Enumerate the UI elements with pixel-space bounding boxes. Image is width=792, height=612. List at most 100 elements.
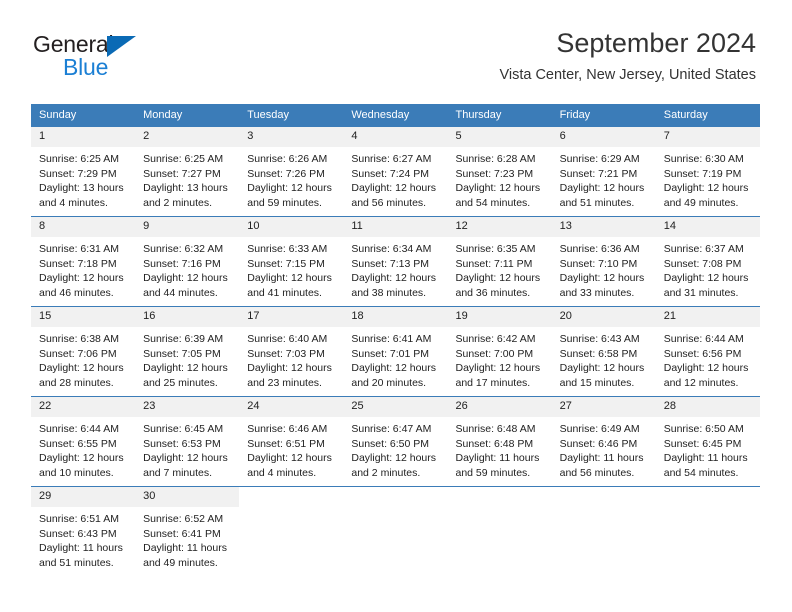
calendar-page: General Blue September 2024 Vista Center… [0,0,792,612]
calendar-table: Sunday Monday Tuesday Wednesday Thursday… [31,104,760,576]
calendar-day-cell[interactable]: 27 Sunrise: 6:49 AM Sunset: 6:46 PM Dayligh… [551,396,656,487]
sunset-text: Sunset: 7:08 PM [663,257,742,270]
sunrise-text: Sunrise: 6:29 AM [559,153,640,165]
sunset-text: Sunset: 7:00 PM [455,347,534,360]
daylight-text-line2: and 7 minutes. [143,466,213,479]
daylight-text-line1: Daylight: 13 hours [39,182,124,195]
calendar-day-cell[interactable]: 12 Sunrise: 6:35 AM Sunset: 7:11 PM Dayligh… [447,216,552,307]
sunset-text: Sunset: 6:56 PM [663,347,742,360]
sunrise-text: Sunrise: 6:52 AM [143,513,224,525]
calendar-day-cell[interactable]: 2 Sunrise: 6:25 AM Sunset: 7:27 PM Daylight… [135,126,240,217]
calendar-day-cell[interactable]: 16 Sunrise: 6:39 AM Sunset: 7:05 PM Dayligh… [135,306,240,397]
daylight-text-line2: and 59 minutes. [247,196,322,209]
calendar-day-cell[interactable]: 29 Sunrise: 6:51 AM Sunset: 6:43 PM Dayligh… [31,486,136,576]
sunrise-text: Sunrise: 6:41 AM [351,333,432,345]
day-details: Sunrise: 6:38 AM Sunset: 7:06 PM Daylight:… [31,327,135,390]
calendar-day-cell[interactable]: 18 Sunrise: 6:41 AM Sunset: 7:01 PM Dayligh… [343,306,448,397]
calendar-day-cell[interactable]: 14 Sunrise: 6:37 AM Sunset: 7:08 PM Dayligh… [655,216,760,307]
daylight-text-line2: and 59 minutes. [455,466,531,479]
day-number: 10 [239,217,344,237]
calendar-cell-empty [655,486,760,576]
page-title: September 2024 [556,28,756,58]
calendar-day-cell[interactable]: 13 Sunrise: 6:36 AM Sunset: 7:10 PM Dayligh… [551,216,656,307]
sunset-text: Sunset: 7:10 PM [559,257,638,270]
day-number: 5 [447,127,552,147]
calendar-day-cell[interactable]: 7 Sunrise: 6:30 AM Sunset: 7:19 PM Daylight… [655,126,760,217]
daylight-text-line2: and 15 minutes. [559,376,635,389]
day-details: Sunrise: 6:40 AM Sunset: 7:03 PM Daylight:… [239,327,343,390]
calendar-day-cell[interactable]: 4 Sunrise: 6:27 AM Sunset: 7:24 PM Daylight… [343,126,448,217]
calendar-day-cell[interactable]: 15 Sunrise: 6:38 AM Sunset: 7:06 PM Dayligh… [31,306,136,397]
calendar-day-cell[interactable]: 5 Sunrise: 6:28 AM Sunset: 7:23 PM Daylight… [447,126,552,217]
calendar-day-cell[interactable]: 11 Sunrise: 6:34 AM Sunset: 7:13 PM Dayligh… [343,216,448,307]
sunset-text: Sunset: 7:06 PM [39,347,117,360]
daylight-text-line2: and 12 minutes. [663,376,739,389]
daylight-text-line1: Daylight: 12 hours [663,362,749,375]
daylight-text-line1: Daylight: 12 hours [39,362,124,375]
sunrise-text: Sunrise: 6:50 AM [663,423,744,435]
daylight-text-line2: and 28 minutes. [39,376,114,389]
daylight-text-line2: and 33 minutes. [559,286,635,299]
sunset-text: Sunset: 7:15 PM [247,257,325,270]
day-details: Sunrise: 6:46 AM Sunset: 6:51 PM Daylight:… [239,417,343,480]
daylight-text-line2: and 56 minutes. [559,466,635,479]
sunrise-text: Sunrise: 6:42 AM [455,333,536,345]
weekday-header-friday: Friday [551,104,656,127]
day-number: 17 [239,307,344,327]
day-number: 25 [343,397,448,417]
calendar-day-cell[interactable]: 10 Sunrise: 6:33 AM Sunset: 7:15 PM Dayligh… [239,216,344,307]
daylight-text-line2: and 2 minutes. [351,466,421,479]
daylight-text-line1: Daylight: 12 hours [455,182,541,195]
sunset-text: Sunset: 6:51 PM [247,437,325,450]
day-details: Sunrise: 6:52 AM Sunset: 6:41 PM Daylight:… [135,507,239,570]
day-number [239,487,344,507]
calendar-day-cell[interactable]: 30 Sunrise: 6:52 AM Sunset: 6:41 PM Dayligh… [135,486,240,576]
day-details: Sunrise: 6:50 AM Sunset: 6:45 PM Daylight:… [656,417,760,480]
sunset-text: Sunset: 7:11 PM [455,257,533,270]
sunrise-text: Sunrise: 6:43 AM [559,333,640,345]
weekday-header-sunday: Sunday [31,104,136,127]
day-details: Sunrise: 6:47 AM Sunset: 6:50 PM Daylight:… [343,417,447,480]
daylight-text-line1: Daylight: 12 hours [143,272,228,285]
calendar-day-cell[interactable]: 8 Sunrise: 6:31 AM Sunset: 7:18 PM Daylight… [31,216,136,307]
day-details: Sunrise: 6:31 AM Sunset: 7:18 PM Daylight:… [31,237,135,300]
calendar-day-cell[interactable]: 25 Sunrise: 6:47 AM Sunset: 6:50 PM Dayligh… [343,396,448,487]
calendar-day-cell[interactable]: 1 Sunrise: 6:25 AM Sunset: 7:29 PM Daylight… [31,126,136,217]
calendar-week-row: 8 Sunrise: 6:31 AM Sunset: 7:18 PM Daylight… [31,216,760,307]
calendar-day-cell[interactable]: 24 Sunrise: 6:46 AM Sunset: 6:51 PM Dayligh… [239,396,344,487]
day-details: Sunrise: 6:43 AM Sunset: 6:58 PM Daylight:… [552,327,656,390]
sunrise-text: Sunrise: 6:30 AM [663,153,744,165]
day-number: 24 [239,397,344,417]
calendar-day-cell[interactable]: 6 Sunrise: 6:29 AM Sunset: 7:21 PM Daylight… [551,126,656,217]
calendar-day-cell[interactable]: 23 Sunrise: 6:45 AM Sunset: 6:53 PM Dayligh… [135,396,240,487]
day-number: 26 [447,397,552,417]
calendar-week-row: 1 Sunrise: 6:25 AM Sunset: 7:29 PM Daylight… [31,126,760,217]
daylight-text-line1: Daylight: 11 hours [39,542,123,555]
sunset-text: Sunset: 7:21 PM [559,167,638,180]
calendar-day-cell[interactable]: 21 Sunrise: 6:44 AM Sunset: 6:56 PM Dayligh… [655,306,760,397]
daylight-text-line2: and 4 minutes. [247,466,317,479]
day-details: Sunrise: 6:48 AM Sunset: 6:48 PM Daylight:… [448,417,552,480]
calendar-day-cell[interactable]: 22 Sunrise: 6:44 AM Sunset: 6:55 PM Dayligh… [31,396,136,487]
sunrise-text: Sunrise: 6:49 AM [559,423,640,435]
daylight-text-line2: and 49 minutes. [143,556,218,569]
calendar-day-cell[interactable]: 9 Sunrise: 6:32 AM Sunset: 7:16 PM Daylight… [135,216,240,307]
day-number: 22 [31,397,136,417]
general-blue-logo: General Blue [33,33,183,81]
day-number: 23 [135,397,240,417]
calendar-day-cell[interactable]: 20 Sunrise: 6:43 AM Sunset: 6:58 PM Dayligh… [551,306,656,397]
day-number: 11 [343,217,448,237]
weekday-header-monday: Monday [135,104,240,127]
sunset-text: Sunset: 7:29 PM [39,167,117,180]
sunrise-text: Sunrise: 6:48 AM [455,423,536,435]
day-number: 8 [31,217,136,237]
calendar-day-cell[interactable]: 19 Sunrise: 6:42 AM Sunset: 7:00 PM Dayligh… [447,306,552,397]
day-details: Sunrise: 6:37 AM Sunset: 7:08 PM Daylight:… [656,237,760,300]
calendar-day-cell[interactable]: 28 Sunrise: 6:50 AM Sunset: 6:45 PM Dayligh… [655,396,760,487]
calendar-day-cell[interactable]: 17 Sunrise: 6:40 AM Sunset: 7:03 PM Dayligh… [239,306,344,397]
daylight-text-line2: and 36 minutes. [455,286,531,299]
sunset-text: Sunset: 6:50 PM [351,437,430,450]
calendar-day-cell[interactable]: 26 Sunrise: 6:48 AM Sunset: 6:48 PM Dayligh… [447,396,552,487]
calendar-day-cell[interactable]: 3 Sunrise: 6:26 AM Sunset: 7:26 PM Daylight… [239,126,344,217]
sunset-text: Sunset: 7:24 PM [351,167,430,180]
